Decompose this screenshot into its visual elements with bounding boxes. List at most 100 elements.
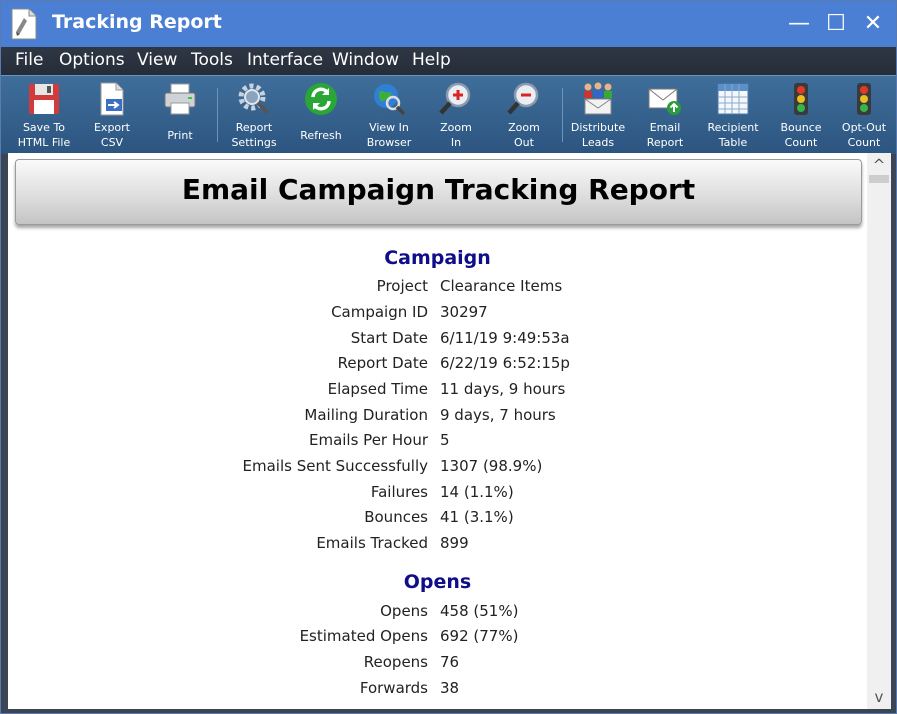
zoom-in-button[interactable]: Zoom In bbox=[423, 78, 489, 152]
row-key: Emails Sent Successfully bbox=[242, 457, 429, 475]
menu-interface[interactable]: Interface bbox=[247, 50, 323, 70]
row-value: 692 (77%) bbox=[440, 627, 519, 645]
toolbar-label: Email Report bbox=[646, 121, 684, 149]
campaign-row: Emails Sent Successfully 1307 (98.9%) bbox=[8, 457, 867, 483]
opens-row: Opens 458 (51%) bbox=[8, 602, 867, 628]
row-value: 6/22/19 6:52:15p bbox=[440, 354, 570, 372]
campaign-row: Start Date 6/11/19 9:49:53a bbox=[8, 329, 867, 355]
report-view: Email Campaign Tracking Report Campaign … bbox=[8, 153, 867, 709]
zoom-in-icon bbox=[439, 82, 471, 115]
scroll-down-button[interactable]: v bbox=[867, 685, 891, 709]
row-key: Reopens bbox=[363, 653, 428, 671]
people-envelope-icon bbox=[584, 82, 612, 115]
row-value: 41 (3.1%) bbox=[440, 508, 514, 526]
opens-row: Reopens 76 bbox=[8, 653, 867, 679]
maximize-button[interactable]: ☐ bbox=[821, 9, 851, 39]
app-window: Tracking Report — ☐ ✕ File Options View … bbox=[0, 0, 897, 714]
opens-heading: Opens bbox=[403, 571, 472, 593]
title-bar[interactable]: Tracking Report — ☐ ✕ bbox=[1, 1, 896, 47]
traffic-light-icon bbox=[857, 83, 871, 115]
row-key: Project bbox=[376, 277, 428, 295]
toolbar-label: Opt-Out Count bbox=[841, 121, 887, 149]
campaign-row: Mailing Duration 9 days, 7 hours bbox=[8, 406, 867, 432]
row-value: 899 bbox=[440, 534, 469, 552]
row-key: Emails Tracked bbox=[316, 534, 428, 552]
campaign-row: Emails Tracked 899 bbox=[8, 534, 867, 560]
close-button[interactable]: ✕ bbox=[858, 9, 888, 39]
floppy-icon bbox=[29, 84, 59, 114]
row-value: 9 days, 7 hours bbox=[440, 406, 556, 424]
campaign-row: Report Date 6/22/19 6:52:15p bbox=[8, 354, 867, 380]
row-key: Bounces bbox=[364, 508, 428, 526]
print-button[interactable]: Print bbox=[147, 78, 213, 152]
envelope-arrow-icon bbox=[648, 88, 681, 115]
save-to-html-button[interactable]: Save To HTML File bbox=[11, 78, 77, 152]
maximize-icon: ☐ bbox=[826, 11, 846, 36]
menu-view[interactable]: View bbox=[137, 50, 177, 70]
bounce-count-button[interactable]: Bounce Count bbox=[768, 78, 834, 152]
campaign-row: Failures 14 (1.1%) bbox=[8, 483, 867, 509]
row-key: Campaign ID bbox=[331, 303, 428, 321]
campaign-heading: Campaign bbox=[384, 247, 491, 269]
report-app-icon bbox=[11, 8, 37, 40]
report-title: Email Campaign Tracking Report bbox=[181, 173, 696, 206]
row-value: 1307 (98.9%) bbox=[440, 457, 543, 475]
toolbar-label: View In Browser bbox=[366, 121, 412, 149]
scroll-thumb[interactable] bbox=[869, 175, 889, 183]
row-key: Report Date bbox=[337, 354, 428, 372]
zoom-out-button[interactable]: Zoom Out bbox=[491, 78, 557, 152]
toolbar: Save To HTML File Export CSV Print Repor… bbox=[1, 75, 896, 154]
close-icon: ✕ bbox=[863, 11, 883, 36]
export-csv-button[interactable]: Export CSV bbox=[79, 78, 145, 152]
row-key: Start Date bbox=[350, 329, 428, 347]
campaign-row: Elapsed Time 11 days, 9 hours bbox=[8, 380, 867, 406]
gear-magnifier-icon bbox=[238, 83, 270, 115]
toolbar-label: Refresh bbox=[300, 129, 342, 142]
row-value: 5 bbox=[440, 431, 450, 449]
toolbar-label: Zoom In bbox=[440, 121, 472, 149]
minimize-button[interactable]: — bbox=[784, 9, 814, 39]
row-value: 30297 bbox=[440, 303, 488, 321]
row-value: 458 (51%) bbox=[440, 602, 519, 620]
row-value: 6/11/19 9:49:53a bbox=[440, 329, 570, 347]
menu-bar: File Options View Tools Interface Window… bbox=[1, 47, 896, 75]
toolbar-separator bbox=[562, 88, 563, 142]
chevron-down-icon: v bbox=[874, 688, 884, 706]
row-key: Elapsed Time bbox=[327, 380, 428, 398]
recipient-table-button[interactable]: Recipient Table bbox=[700, 78, 766, 152]
globe-magnifier-icon bbox=[374, 84, 406, 116]
distribute-leads-button[interactable]: Distribute Leads bbox=[565, 78, 631, 152]
toolbar-label: Save To HTML File bbox=[17, 121, 71, 149]
menu-file[interactable]: File bbox=[15, 50, 43, 70]
row-key: Emails Per Hour bbox=[308, 431, 428, 449]
traffic-light-icon bbox=[794, 83, 808, 115]
toolbar-label: Bounce Count bbox=[780, 121, 822, 149]
toolbar-separator bbox=[217, 88, 218, 142]
printer-icon bbox=[164, 83, 196, 115]
row-value: 11 days, 9 hours bbox=[440, 380, 566, 398]
refresh-button[interactable]: Refresh bbox=[288, 78, 354, 152]
row-key: Failures bbox=[370, 483, 428, 501]
refresh-icon bbox=[305, 83, 337, 115]
view-in-browser-button[interactable]: View In Browser bbox=[356, 78, 422, 152]
row-value: 14 (1.1%) bbox=[440, 483, 514, 501]
zoom-out-icon bbox=[507, 82, 539, 115]
row-value: 76 bbox=[440, 653, 460, 671]
row-key: Estimated Opens bbox=[299, 627, 428, 645]
toolbar-label: Zoom Out bbox=[508, 121, 540, 149]
menu-window[interactable]: Window bbox=[332, 50, 399, 70]
vertical-scrollbar[interactable]: ^ v bbox=[867, 153, 891, 709]
menu-tools[interactable]: Tools bbox=[191, 50, 233, 70]
report-settings-button[interactable]: Report Settings bbox=[221, 78, 287, 152]
toolbar-label: Recipient Table bbox=[707, 121, 759, 149]
toolbar-label: Print bbox=[167, 129, 193, 142]
row-key: Mailing Duration bbox=[304, 406, 428, 424]
menu-options[interactable]: Options bbox=[59, 50, 125, 70]
menu-help[interactable]: Help bbox=[412, 50, 451, 70]
opt-out-count-button[interactable]: Opt-Out Count bbox=[831, 78, 897, 152]
email-report-button[interactable]: Email Report bbox=[632, 78, 698, 152]
opens-row: Estimated Opens 692 (77%) bbox=[8, 627, 867, 653]
table-icon bbox=[717, 83, 749, 115]
scroll-up-button[interactable]: ^ bbox=[867, 153, 891, 177]
row-key: Forwards bbox=[359, 679, 428, 697]
